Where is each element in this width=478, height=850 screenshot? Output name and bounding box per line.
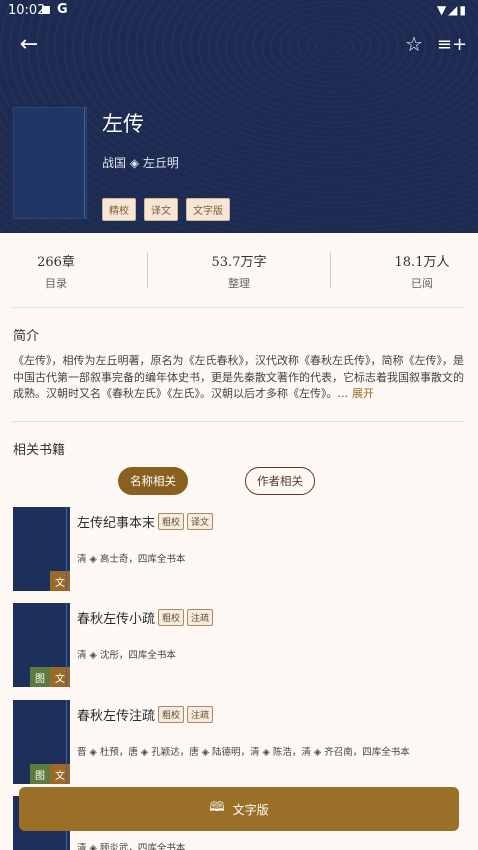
item-tag: 粗校	[158, 609, 185, 626]
google-icon: G	[57, 2, 68, 17]
image-badge: 图	[30, 764, 50, 784]
image-badge: 图	[30, 667, 50, 687]
tag-yiwen: 译文	[144, 198, 178, 221]
book-header: 10:02 G ▼◢▮ ← ☆ ≡+ 左传 战国 ◈ 左丘明 精校 译文 文字版	[0, 0, 478, 233]
tab-name-related[interactable]: 名称相关	[118, 467, 188, 495]
app-bar: ← ☆ ≡+	[0, 22, 478, 68]
back-arrow-icon[interactable]: ←	[11, 26, 47, 62]
playlist-add-icon[interactable]: ≡+	[434, 26, 470, 62]
book-icon: 🕮	[209, 800, 225, 815]
status-bar: 10:02 G ▼◢▮	[0, 0, 478, 22]
item-author: 晋 ◈ 杜预，唐 ◈ 孔颖达，唐 ◈ 陆德明，清 ◈ 陈浩，清 ◈ 齐召南，四库…	[77, 747, 410, 758]
item-title-row: 春秋左传小疏 粗校 注疏	[77, 608, 214, 627]
stat-readers-label: 已阅	[411, 277, 433, 290]
item-title: 春秋左传注疏	[77, 709, 156, 724]
text-version-label: 文字版	[232, 802, 269, 817]
tag-wenziban: 文字版	[186, 198, 230, 221]
item-tag: 粗校	[158, 513, 185, 530]
divider	[13, 307, 465, 308]
item-title-row: 春秋左传注疏 粗校 注疏	[77, 705, 214, 724]
item-title: 春秋左传小疏	[77, 612, 156, 627]
stat-chapters-label: 目录	[45, 277, 67, 290]
stat-chapters[interactable]: 266章 目录	[22, 251, 90, 291]
status-time: 10:02	[8, 3, 46, 18]
divider	[13, 421, 465, 422]
intro-text: 《左传》，相传为左丘明著，原名为《左氏春秋》，汉代改称《春秋左氏传》，简称《左传…	[13, 353, 465, 403]
intro-title: 简介	[13, 329, 40, 344]
list-item[interactable]: 图 文 春秋左传小疏 粗校 注疏 清 ◈ 沈彤，四库全书本	[13, 603, 465, 689]
item-tag: 注疏	[187, 706, 214, 723]
item-author: 清 ◈ 沈彤，四库全书本	[77, 650, 176, 661]
intro-body: 《左传》，相传为左丘明著，原名为《左氏春秋》，汉代改称《春秋左氏传》，简称《左传…	[13, 354, 464, 400]
tag-jingjiao: 精校	[102, 198, 136, 221]
star-icon[interactable]: ☆	[396, 26, 432, 62]
book-cover	[13, 107, 87, 219]
divider	[147, 252, 148, 288]
list-item[interactable]: 图 文 春秋左传注疏 粗校 注疏 晋 ◈ 杜预，唐 ◈ 孔颖达，唐 ◈ 陆德明，…	[13, 700, 465, 786]
badges: 图 文	[30, 764, 70, 784]
stat-words-label: 整理	[228, 277, 250, 290]
item-title: 左传纪事本末	[77, 516, 156, 531]
text-badge: 文	[50, 571, 70, 591]
stat-readers: 18.1万人 已阅	[383, 251, 461, 291]
book-author: 战国 ◈ 左丘明	[102, 156, 179, 170]
text-badge: 文	[50, 667, 70, 687]
tab-author-related[interactable]: 作者相关	[245, 467, 315, 495]
text-version-button[interactable]: 🕮 文字版	[19, 787, 459, 831]
stat-chapters-value: 266章	[37, 255, 75, 270]
item-tag: 译文	[187, 513, 214, 530]
item-tag: 粗校	[158, 706, 185, 723]
book-tags: 精校 译文 文字版	[102, 198, 230, 221]
book-thumbnail: 图 文	[13, 603, 70, 687]
badges: 文	[50, 571, 70, 591]
stat-words: 53.7万字 整理	[199, 251, 279, 291]
stat-words-value: 53.7万字	[211, 255, 267, 270]
stat-readers-value: 18.1万人	[394, 255, 450, 270]
item-tag: 注疏	[187, 609, 214, 626]
badges: 图 文	[30, 667, 70, 687]
book-stats: 266章 目录 53.7万字 整理 18.1万人 已阅	[0, 243, 478, 299]
list-item[interactable]: 文 左传纪事本末 粗校 译文 清 ◈ 高士奇，四库全书本	[13, 507, 465, 593]
related-title: 相关书籍	[13, 443, 66, 458]
item-title-row: 左传纪事本末 粗校 译文	[77, 512, 214, 531]
item-author: 清 ◈ 高士奇，四库全书本	[77, 554, 186, 565]
text-badge: 文	[50, 764, 70, 784]
book-thumbnail: 文	[13, 507, 70, 591]
system-icons: ▼◢▮	[436, 3, 468, 17]
notification-icon	[42, 6, 50, 14]
book-title: 左传	[102, 112, 144, 136]
expand-link[interactable]: 展开	[352, 387, 374, 400]
item-author: 清 ◈ 顾炎武，四库全书本	[77, 843, 186, 850]
divider	[330, 252, 331, 288]
book-thumbnail: 图 文	[13, 700, 70, 784]
